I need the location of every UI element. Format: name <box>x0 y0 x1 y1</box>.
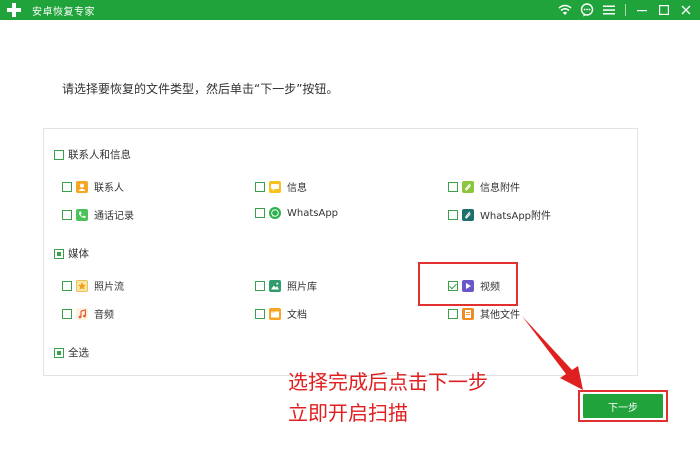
item-message-attachments[interactable]: 信息附件 <box>448 179 520 194</box>
title-bar: 安卓恢复专家 <box>0 0 700 20</box>
document-icon <box>269 307 281 320</box>
item-photostream[interactable]: 照片流 <box>62 278 124 293</box>
app-logo-icon <box>6 2 22 18</box>
whatsapp-label: WhatsApp <box>287 207 339 219</box>
message-attachments-checkbox[interactable] <box>448 181 458 192</box>
next-button[interactable]: 下一步 <box>583 394 663 418</box>
title-separator <box>625 4 626 16</box>
chat-icon[interactable] <box>579 2 595 18</box>
item-whatsapp[interactable]: WhatsApp <box>255 207 338 219</box>
contacts-label: 联系人 <box>94 183 124 194</box>
select-all[interactable]: 全选 <box>54 345 89 360</box>
message-icon <box>269 180 281 193</box>
whatsapp-icon <box>269 207 281 219</box>
call-log-label: 通话记录 <box>94 211 134 222</box>
photostream-checkbox[interactable] <box>62 280 72 291</box>
window-controls <box>557 1 694 19</box>
other-files-icon <box>462 307 474 320</box>
whatsapp-attachments-checkbox[interactable] <box>448 209 458 220</box>
audio-label: 音频 <box>94 310 114 321</box>
minimize-icon[interactable] <box>634 2 650 18</box>
whatsapp-attachments-label: WhatsApp附件 <box>480 211 552 222</box>
group-contacts[interactable]: 联系人和信息 <box>54 147 131 162</box>
contact-icon <box>76 180 88 193</box>
item-call-log[interactable]: 通话记录 <box>62 207 134 222</box>
photostream-label: 照片流 <box>94 282 124 293</box>
message-attachments-label: 信息附件 <box>480 183 520 194</box>
contacts-group-label: 联系人和信息 <box>68 149 131 161</box>
contacts-group-checkbox[interactable] <box>54 149 64 160</box>
documents-checkbox[interactable] <box>255 308 265 319</box>
item-documents[interactable]: 文档 <box>255 306 307 321</box>
attachment-icon <box>462 180 474 193</box>
annotation-line-1: 选择完成后点击下一步 <box>288 370 488 394</box>
whatsapp-checkbox[interactable] <box>255 208 265 218</box>
media-group-label: 媒体 <box>68 248 89 260</box>
messages-label: 信息 <box>287 183 307 194</box>
file-type-panel <box>43 128 638 376</box>
audio-checkbox[interactable] <box>62 308 72 319</box>
phone-icon <box>76 208 88 221</box>
photo-library-icon <box>269 279 281 292</box>
item-messages[interactable]: 信息 <box>255 179 307 194</box>
select-all-label: 全选 <box>68 347 89 359</box>
item-contacts[interactable]: 联系人 <box>62 179 124 194</box>
video-highlight-box <box>418 262 518 306</box>
photostream-icon <box>76 279 88 292</box>
contacts-checkbox[interactable] <box>62 181 72 192</box>
item-audio[interactable]: 音频 <box>62 306 114 321</box>
documents-label: 文档 <box>287 310 307 321</box>
item-whatsapp-attachments[interactable]: WhatsApp附件 <box>448 207 551 222</box>
app-title: 安卓恢复专家 <box>32 6 95 18</box>
other-files-label: 其他文件 <box>480 310 520 321</box>
photo-library-label: 照片库 <box>287 282 317 293</box>
restore-icon[interactable] <box>656 2 672 18</box>
other-files-checkbox[interactable] <box>448 308 458 319</box>
item-other-files[interactable]: 其他文件 <box>448 306 520 321</box>
annotation-line-2: 立即开启扫描 <box>288 401 408 425</box>
group-media[interactable]: 媒体 <box>54 246 89 261</box>
instruction-text: 请选择要恢复的文件类型，然后单击“下一步”按钮。 <box>62 82 339 96</box>
menu-icon[interactable] <box>601 2 617 18</box>
media-group-checkbox[interactable] <box>54 248 64 259</box>
select-all-checkbox[interactable] <box>54 347 64 358</box>
audio-icon <box>76 307 88 320</box>
item-photo-library[interactable]: 照片库 <box>255 278 317 293</box>
whatsapp-attachment-icon <box>462 208 474 221</box>
wifi-icon[interactable] <box>557 2 573 18</box>
close-icon[interactable] <box>678 2 694 18</box>
messages-checkbox[interactable] <box>255 181 265 192</box>
call-log-checkbox[interactable] <box>62 209 72 220</box>
photo-library-checkbox[interactable] <box>255 280 265 291</box>
